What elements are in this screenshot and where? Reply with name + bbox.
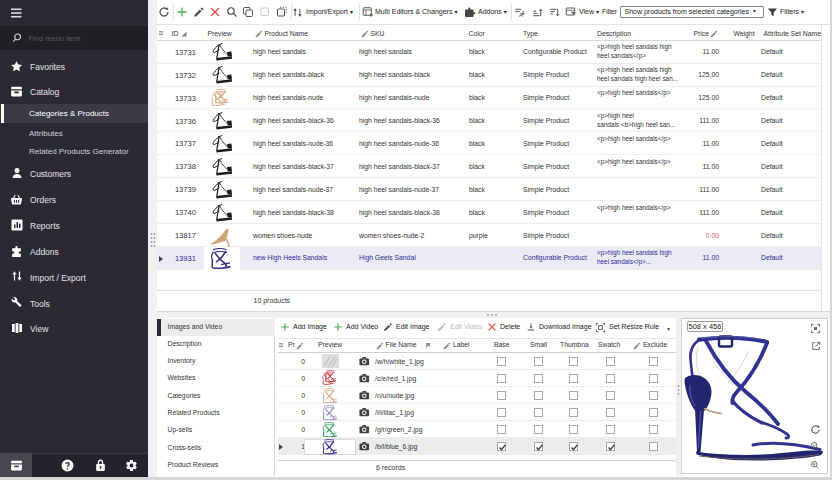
svg-text:A: A: [519, 12, 523, 18]
